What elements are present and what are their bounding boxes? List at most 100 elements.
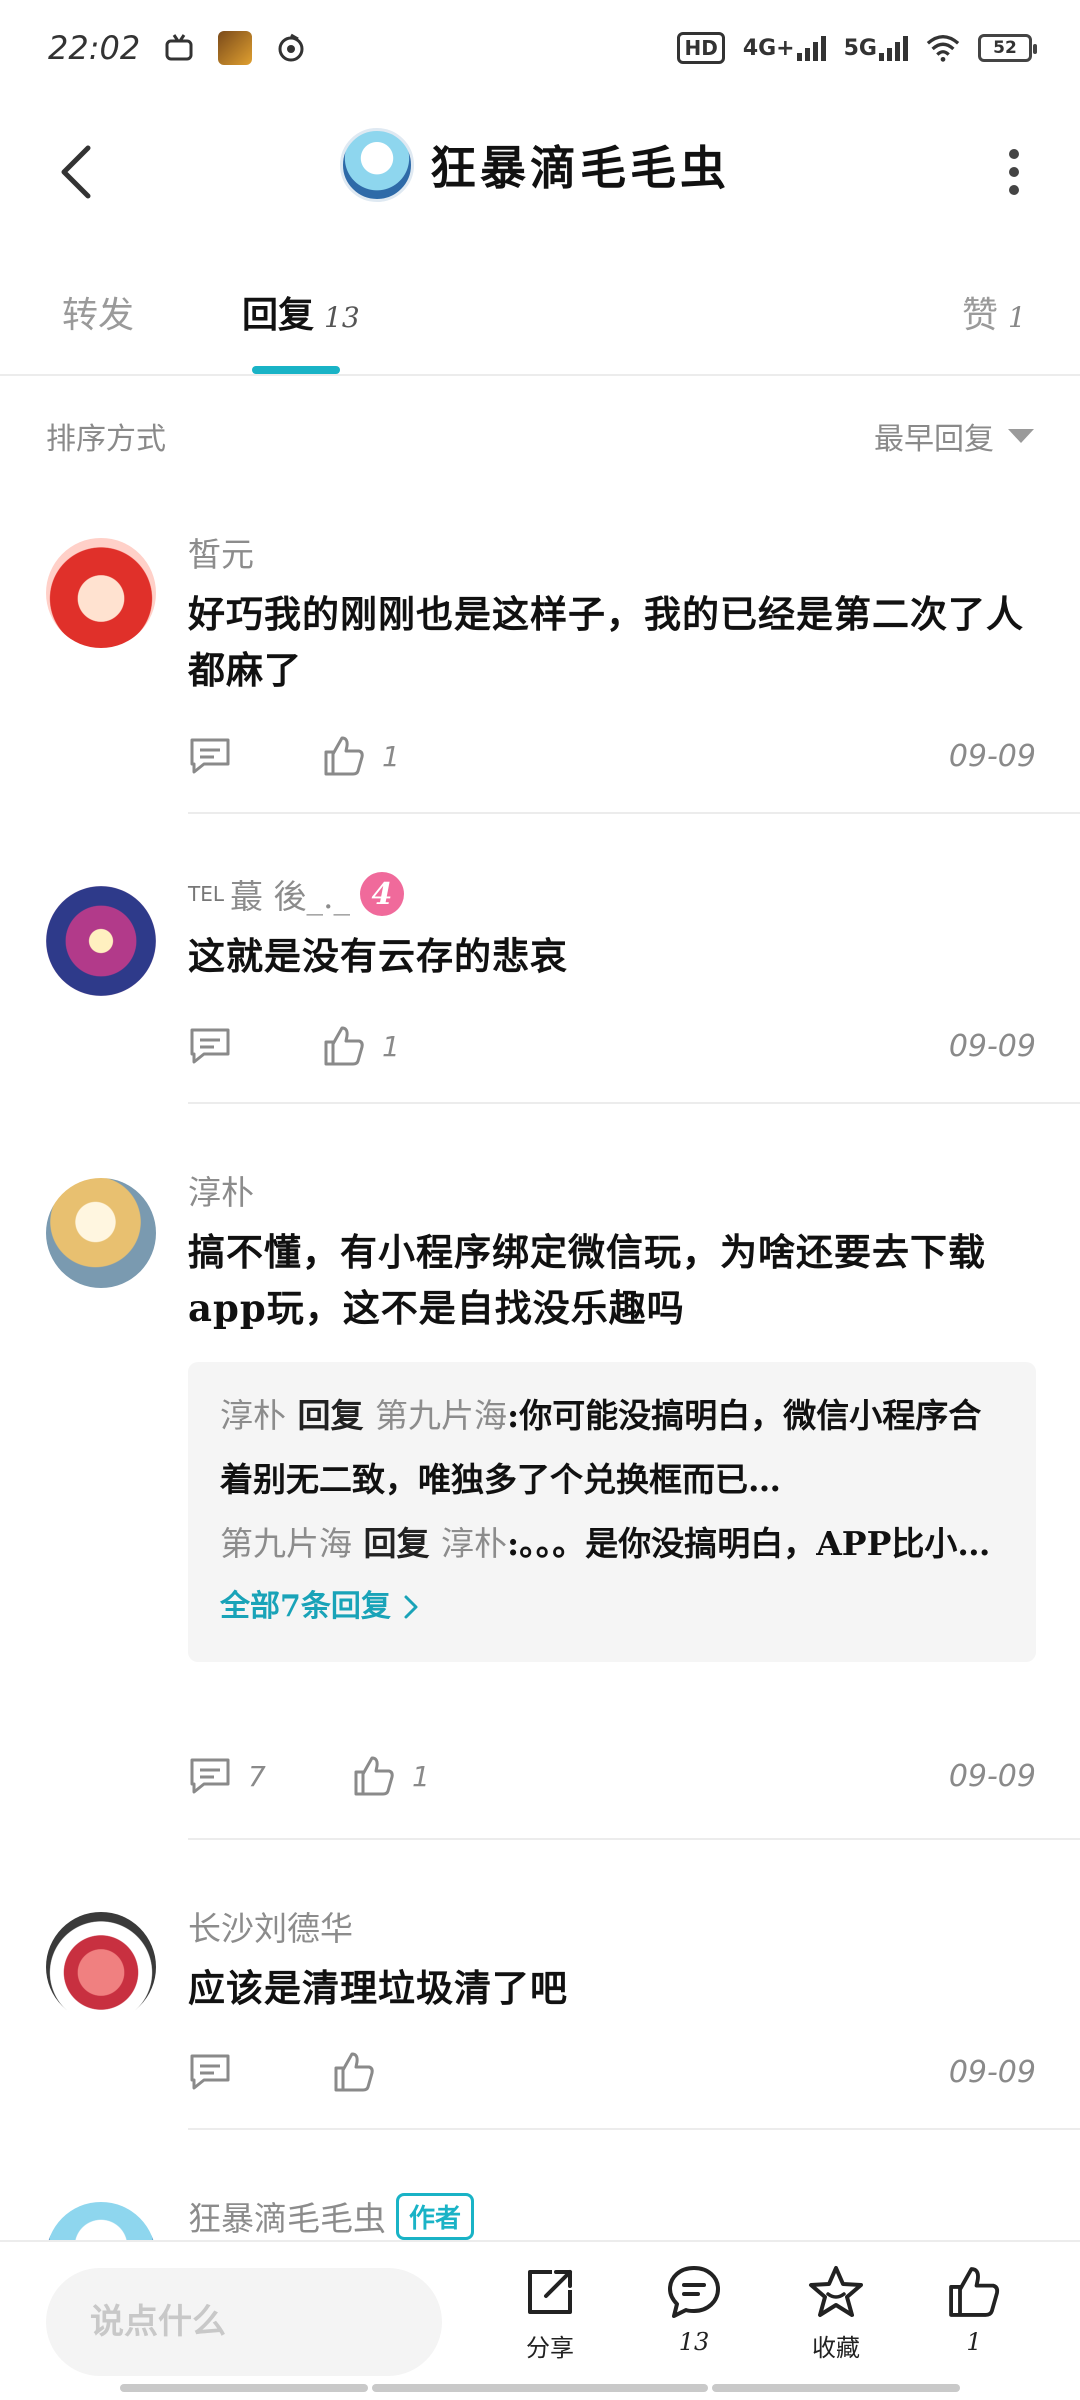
view-all-replies-label: 全部7条回复	[220, 1589, 391, 1624]
nav-indicator	[120, 2384, 368, 2392]
comment-date: 09-09	[948, 738, 1036, 774]
like-button[interactable]: 1	[352, 1754, 430, 1798]
thumbs-up-icon	[949, 2267, 1000, 2317]
reply-to[interactable]: 第九片海	[375, 1396, 507, 1435]
thumbs-up-icon	[324, 1026, 364, 1066]
author-avatar[interactable]	[340, 128, 414, 202]
comment-actions: 1 09-09	[188, 726, 1036, 786]
like-button[interactable]: 1	[322, 1024, 400, 1068]
tab-bar: 转发 回复 13 赞1	[0, 268, 1080, 376]
comment-author-name: 蕞 後_._	[230, 877, 350, 916]
comment-actions: 7 1 09-09	[188, 1746, 1036, 1806]
comment-text: 好巧我的刚刚也是这样子，我的已经是第二次了人都麻了	[188, 592, 1024, 692]
thumbs-up-icon	[334, 2052, 374, 2092]
comment-date: 09-09	[948, 2054, 1036, 2090]
more-vertical-icon	[1009, 149, 1019, 195]
avatar[interactable]	[46, 1178, 156, 1288]
tab-forward[interactable]: 转发	[62, 286, 134, 338]
comment-author-name: 长沙刘德华	[188, 1909, 353, 1948]
reply-to[interactable]: 淳朴	[441, 1524, 507, 1563]
sort-row: 排序方式 最早回复	[46, 406, 1034, 466]
reply-count: 7	[248, 1759, 266, 1793]
comment-actions: 09-09	[188, 2042, 1036, 2102]
divider	[188, 2128, 1080, 2130]
comment-author-name: 狂暴滴毛毛虫	[188, 2199, 386, 2238]
comment-author[interactable]: TEL 蕞 後_._ 4	[188, 870, 1036, 918]
status-bar: 22:02 HD 4G+ 5G 52	[0, 0, 1080, 96]
comment-icon	[190, 2054, 230, 2090]
battery-icon: 52	[978, 34, 1037, 62]
avatar[interactable]	[46, 886, 156, 996]
game-app-icon	[218, 31, 253, 65]
status-time: 22:02	[48, 29, 141, 67]
chevron-left-icon	[61, 145, 91, 199]
reply-button[interactable]	[188, 736, 322, 776]
comment-author[interactable]: 皙元	[188, 528, 1036, 576]
signal-5g-icon: 5G	[844, 35, 908, 61]
like-button[interactable]: 1	[322, 734, 400, 778]
comment-author[interactable]: 长沙刘德华	[188, 1902, 1036, 1950]
reply-from[interactable]: 第九片海	[220, 1524, 352, 1563]
comment-icon	[190, 1758, 230, 1794]
divider	[188, 1102, 1080, 1104]
comment-author[interactable]: 狂暴滴毛毛虫 作者	[188, 2192, 1036, 2240]
divider	[188, 1838, 1080, 1840]
like-count: 1	[412, 1759, 430, 1793]
view-all-replies-link[interactable]: 全部7条回复	[220, 1576, 1004, 1638]
net-4g-label: 4G+	[742, 36, 795, 61]
signal-4g-icon: 4G+	[743, 35, 826, 61]
reply-button[interactable]	[188, 2052, 332, 2092]
share-button[interactable]: 分享	[490, 2264, 610, 2382]
comment-text: 搞不懂，有小程序绑定微信玩，为啥还要去下载app玩，这不是自找没乐趣吗	[188, 1230, 986, 1330]
more-button[interactable]	[978, 136, 1050, 208]
author-header[interactable]: 狂暴滴毛毛虫	[340, 128, 730, 202]
comment-date: 09-09	[948, 1028, 1036, 1064]
nav-indicator	[712, 2384, 960, 2392]
comment-author[interactable]: 淳朴	[188, 1166, 1036, 1214]
favorite-label: 收藏	[812, 2334, 860, 2362]
like-post-button[interactable]: 1	[914, 2264, 1034, 2382]
hd-badge: HD	[677, 32, 725, 64]
comment-text: 这就是没有云存的悲哀	[188, 934, 568, 978]
chat-bubble-icon	[668, 2266, 720, 2318]
reply-button[interactable]	[188, 1026, 322, 1066]
divider	[188, 812, 1080, 814]
thumbs-up-icon	[354, 1756, 394, 1796]
tab-like-count: 1	[1008, 301, 1026, 334]
avatar[interactable]	[46, 1912, 156, 2022]
top-bar: 狂暴滴毛毛虫	[0, 112, 1080, 232]
favorite-button[interactable]: 收藏	[776, 2264, 896, 2382]
comment-input[interactable]	[46, 2268, 442, 2376]
bottom-bar: 分享 13 收藏 1	[0, 2240, 1080, 2400]
reply-from[interactable]: 淳朴	[220, 1396, 286, 1435]
tab-forward-label: 转发	[62, 295, 135, 336]
sync-icon	[274, 31, 308, 65]
tab-like[interactable]: 赞1	[962, 286, 1026, 338]
comments-count: 13	[678, 2328, 710, 2356]
battery-level: 52	[993, 38, 1017, 58]
comment-author-name: 皙元	[188, 535, 254, 574]
comment-text: 应该是清理垃圾清了吧	[188, 1966, 568, 2010]
like-post-count: 1	[966, 2328, 982, 2356]
comment-date: 09-09	[948, 1758, 1036, 1794]
caret-down-icon	[1008, 429, 1034, 443]
tab-reply[interactable]: 回复 13	[242, 286, 360, 338]
comment-icon	[190, 1028, 230, 1064]
tab-like-label: 赞	[962, 295, 999, 336]
reply-keyword: 回复	[297, 1396, 364, 1435]
reply-keyword: 回复	[363, 1524, 430, 1563]
comment-actions: 1 09-09	[188, 1016, 1036, 1076]
star-icon	[809, 2266, 863, 2317]
reply-button[interactable]: 7	[188, 1756, 322, 1796]
comment-icon	[190, 738, 230, 774]
page-title: 狂暴滴毛毛虫	[430, 141, 730, 195]
sort-dropdown[interactable]: 最早回复	[874, 414, 1034, 458]
like-count: 1	[382, 1029, 400, 1063]
like-button[interactable]	[332, 2050, 376, 2094]
reply-preview-box[interactable]: 淳朴 回复 第九片海:你可能没搞明白，微信小程序合着别无二致，唯独多了个兑换框而…	[188, 1362, 1036, 1662]
chevron-right-icon	[404, 1595, 418, 1619]
back-button[interactable]	[40, 136, 112, 208]
comments-button[interactable]: 13	[634, 2264, 754, 2382]
like-count: 1	[382, 739, 400, 773]
avatar[interactable]	[46, 538, 156, 648]
